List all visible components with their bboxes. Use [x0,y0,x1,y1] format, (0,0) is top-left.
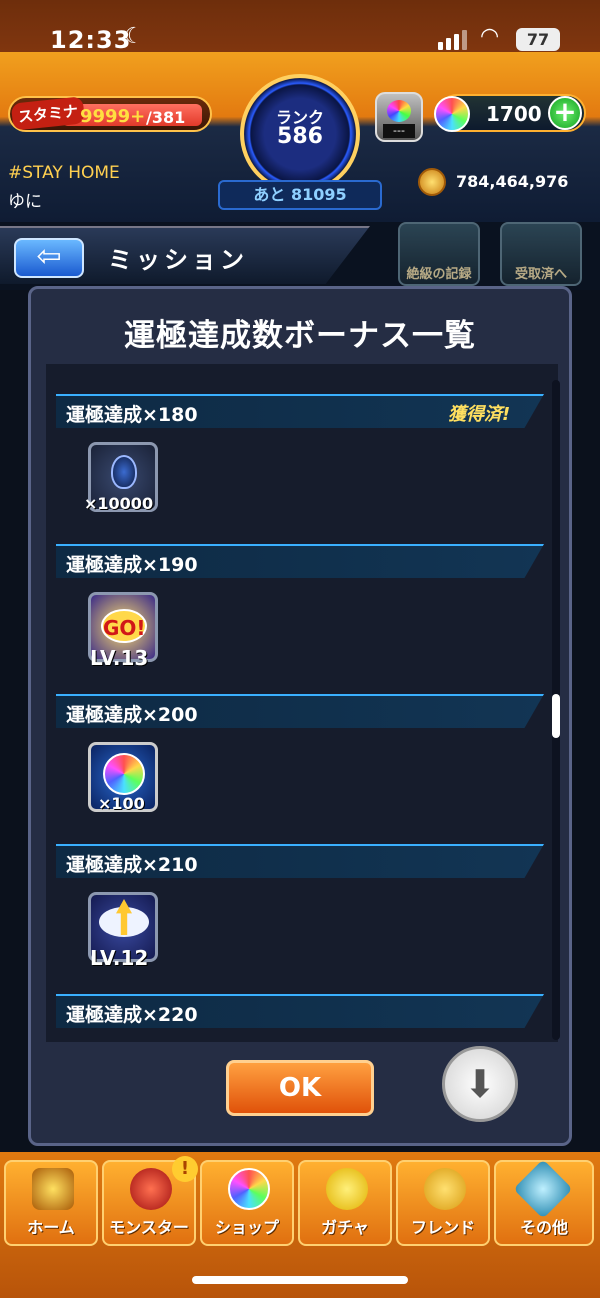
modal-title: 運極達成数ボーナス一覧 [124,318,476,354]
received-shortcut-button[interactable]: 受取済へ [500,222,582,286]
tab-label: フレンド [410,1218,475,1237]
stamina-value: 9999+ [80,106,146,127]
reward-quantity: ×10000 [84,494,154,513]
back-button[interactable]: ⇦ [14,238,84,278]
wifi-icon: ◠ [480,24,500,49]
moon-icon: ☾ [124,24,144,49]
user-hashtag: #STAY HOME [8,163,120,183]
tab-shop[interactable]: ショップ [200,1160,294,1246]
rainbow-orb-icon [434,96,470,132]
reward-quantity: ×100 [98,794,145,813]
record-shortcut-label: 絶級の記録 [406,267,472,282]
gold-coin-icon [418,168,446,196]
tab-label: その他 [519,1218,568,1237]
reward-level: LV.12 [90,946,149,970]
add-orb-button[interactable]: + [548,96,582,130]
tab-other[interactable]: その他 [494,1159,594,1246]
acquired-badge: 獲得済! [448,404,511,425]
alert-icon: ! [172,1156,198,1182]
record-shortcut-button[interactable]: 絶級の記録 [398,222,480,286]
home-indicator[interactable] [192,1276,408,1284]
milestone-label: 運極達成×200 [66,704,198,726]
ok-button[interactable]: OK [226,1060,374,1116]
stamina-max: /381 [146,108,186,127]
tab-friend[interactable]: フレンド [396,1160,490,1246]
scrollbar-thumb[interactable] [552,694,560,738]
signal-icon [438,30,467,50]
tab-gacha[interactable]: ガチャ [298,1160,392,1246]
tab-label: ショップ [214,1218,279,1237]
friend-icon [424,1168,466,1210]
shop-orb-icon [228,1168,270,1210]
battery-icon: 77 [516,28,560,51]
milestone-label: 運極達成×220 [66,1004,198,1026]
download-button[interactable]: ⬇ [442,1046,518,1122]
milestone-label: 運極達成×190 [66,554,198,576]
received-shortcut-label: 受取済へ [514,267,567,282]
back-arrow-icon: ⇦ [36,239,62,274]
username: ゆに [8,192,42,212]
reward-level: LV.13 [90,646,149,670]
monster-icon [130,1168,172,1210]
orb-machine-icon[interactable]: --- [375,92,423,142]
milestone-label: 運極達成×180 [66,404,198,426]
tab-label: ホーム [27,1218,75,1237]
page-title: ミッション [108,246,248,274]
tab-label: モンスター [109,1218,189,1237]
orb-machine-count: --- [383,124,415,138]
gacha-icon [326,1168,368,1210]
orb-count: 1700 [486,102,542,126]
status-time: 12:33 [50,26,132,54]
milestone-label: 運極達成×210 [66,854,198,876]
other-icon [513,1159,573,1219]
gold-amount: 784,464,976 [456,172,569,191]
home-icon [32,1168,74,1210]
tab-home[interactable]: ホーム [4,1160,98,1246]
rank-value: 586 [277,124,323,149]
download-icon: ⬇ [464,1062,496,1106]
tab-label: ガチャ [321,1218,369,1237]
next-rank-exp: あと 81095 [218,180,382,210]
